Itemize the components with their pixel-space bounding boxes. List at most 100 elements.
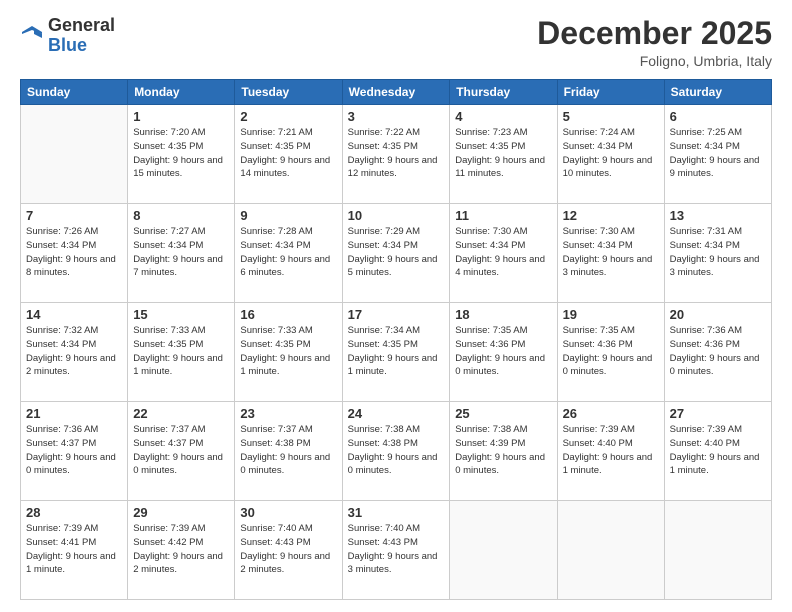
col-header-wednesday: Wednesday xyxy=(342,80,450,105)
day-number: 2 xyxy=(240,109,336,124)
day-number: 28 xyxy=(26,505,122,520)
calendar-cell: 28 Sunrise: 7:39 AMSunset: 4:41 PMDayligh… xyxy=(21,501,128,600)
day-number: 27 xyxy=(670,406,766,421)
calendar-cell: 24 Sunrise: 7:38 AMSunset: 4:38 PMDayligh… xyxy=(342,402,450,501)
calendar-cell: 5Sunrise: 7:24 AMSunset: 4:34 PMDaylight… xyxy=(557,105,664,204)
sun-info: Sunrise: 7:40 AMSunset: 4:43 PMDaylight:… xyxy=(348,522,445,577)
calendar-cell: 25 Sunrise: 7:38 AMSunset: 4:39 PMDayligh… xyxy=(450,402,557,501)
sun-info: Sunrise: 7:30 AMSunset: 4:34 PMDaylight:… xyxy=(563,225,659,280)
col-header-thursday: Thursday xyxy=(450,80,557,105)
calendar-cell: 27 Sunrise: 7:39 AMSunset: 4:40 PMDayligh… xyxy=(664,402,771,501)
calendar-cell: 17 Sunrise: 7:34 AMSunset: 4:35 PMDayligh… xyxy=(342,303,450,402)
calendar-cell: 4 Sunrise: 7:23 AMSunset: 4:35 PMDaylight… xyxy=(450,105,557,204)
sun-info: Sunrise: 7:36 AMSunset: 4:36 PMDaylight:… xyxy=(670,324,766,379)
calendar-cell xyxy=(21,105,128,204)
day-number: 6 xyxy=(670,109,766,124)
sun-info: Sunrise: 7:38 AMSunset: 4:39 PMDaylight:… xyxy=(455,423,551,478)
day-number: 26 xyxy=(563,406,659,421)
sun-info: Sunrise: 7:34 AMSunset: 4:35 PMDaylight:… xyxy=(348,324,445,379)
calendar-cell: 3 Sunrise: 7:22 AMSunset: 4:35 PMDaylight… xyxy=(342,105,450,204)
day-number: 3 xyxy=(348,109,445,124)
col-header-tuesday: Tuesday xyxy=(235,80,342,105)
day-number: 13 xyxy=(670,208,766,223)
sun-info: Sunrise: 7:33 AMSunset: 4:35 PMDaylight:… xyxy=(133,324,229,379)
day-number: 18 xyxy=(455,307,551,322)
day-number: 30 xyxy=(240,505,336,520)
day-number: 31 xyxy=(348,505,445,520)
day-number: 5 xyxy=(563,109,659,124)
calendar-cell: 13 Sunrise: 7:31 AMSunset: 4:34 PMDayligh… xyxy=(664,204,771,303)
sun-info: Sunrise: 7:20 AMSunset: 4:35 PMDaylight:… xyxy=(133,126,229,181)
logo-icon xyxy=(20,24,44,48)
sun-info: Sunrise: 7:37 AMSunset: 4:38 PMDaylight:… xyxy=(240,423,336,478)
sun-info: Sunrise: 7:35 AMSunset: 4:36 PMDaylight:… xyxy=(455,324,551,379)
day-number: 24 xyxy=(348,406,445,421)
logo-text: General Blue xyxy=(48,16,115,56)
sun-info: Sunrise: 7:39 AMSunset: 4:40 PMDaylight:… xyxy=(670,423,766,478)
calendar-cell: 29Sunrise: 7:39 AMSunset: 4:42 PMDayligh… xyxy=(128,501,235,600)
calendar-cell: 19 Sunrise: 7:35 AMSunset: 4:36 PMDayligh… xyxy=(557,303,664,402)
col-header-friday: Friday xyxy=(557,80,664,105)
calendar-cell: 23Sunrise: 7:37 AMSunset: 4:38 PMDayligh… xyxy=(235,402,342,501)
sun-info: Sunrise: 7:36 AMSunset: 4:37 PMDaylight:… xyxy=(26,423,122,478)
col-header-saturday: Saturday xyxy=(664,80,771,105)
calendar-cell: 22 Sunrise: 7:37 AMSunset: 4:37 PMDayligh… xyxy=(128,402,235,501)
day-number: 4 xyxy=(455,109,551,124)
day-number: 19 xyxy=(563,307,659,322)
logo: General Blue xyxy=(20,16,115,56)
header: General Blue December 2025 Foligno, Umbr… xyxy=(20,16,772,69)
calendar-cell: 30 Sunrise: 7:40 AMSunset: 4:43 PMDayligh… xyxy=(235,501,342,600)
sun-info: Sunrise: 7:40 AMSunset: 4:43 PMDaylight:… xyxy=(240,522,336,577)
logo-blue: Blue xyxy=(48,35,87,55)
sun-info: Sunrise: 7:23 AMSunset: 4:35 PMDaylight:… xyxy=(455,126,551,181)
day-number: 10 xyxy=(348,208,445,223)
calendar-body: 1 Sunrise: 7:20 AMSunset: 4:35 PMDaylight… xyxy=(21,105,772,600)
day-number: 12 xyxy=(563,208,659,223)
sun-info: Sunrise: 7:38 AMSunset: 4:38 PMDaylight:… xyxy=(348,423,445,478)
day-number: 17 xyxy=(348,307,445,322)
month-title: December 2025 xyxy=(537,16,772,51)
calendar-cell xyxy=(450,501,557,600)
day-number: 16 xyxy=(240,307,336,322)
week-row-1: 7Sunrise: 7:26 AMSunset: 4:34 PMDaylight… xyxy=(21,204,772,303)
calendar-cell: 31 Sunrise: 7:40 AMSunset: 4:43 PMDayligh… xyxy=(342,501,450,600)
sun-info: Sunrise: 7:35 AMSunset: 4:36 PMDaylight:… xyxy=(563,324,659,379)
sun-info: Sunrise: 7:31 AMSunset: 4:34 PMDaylight:… xyxy=(670,225,766,280)
sun-info: Sunrise: 7:37 AMSunset: 4:37 PMDaylight:… xyxy=(133,423,229,478)
day-number: 22 xyxy=(133,406,229,421)
sun-info: Sunrise: 7:30 AMSunset: 4:34 PMDaylight:… xyxy=(455,225,551,280)
day-number: 8 xyxy=(133,208,229,223)
calendar-cell: 7Sunrise: 7:26 AMSunset: 4:34 PMDaylight… xyxy=(21,204,128,303)
calendar-cell: 26Sunrise: 7:39 AMSunset: 4:40 PMDayligh… xyxy=(557,402,664,501)
day-number: 20 xyxy=(670,307,766,322)
week-row-0: 1 Sunrise: 7:20 AMSunset: 4:35 PMDaylight… xyxy=(21,105,772,204)
day-number: 15 xyxy=(133,307,229,322)
day-number: 1 xyxy=(133,109,229,124)
sun-info: Sunrise: 7:22 AMSunset: 4:35 PMDaylight:… xyxy=(348,126,445,181)
calendar-cell: 15 Sunrise: 7:33 AMSunset: 4:35 PMDayligh… xyxy=(128,303,235,402)
sun-info: Sunrise: 7:28 AMSunset: 4:34 PMDaylight:… xyxy=(240,225,336,280)
week-row-3: 21Sunrise: 7:36 AMSunset: 4:37 PMDayligh… xyxy=(21,402,772,501)
calendar-cell: 20 Sunrise: 7:36 AMSunset: 4:36 PMDayligh… xyxy=(664,303,771,402)
page: General Blue December 2025 Foligno, Umbr… xyxy=(0,0,792,612)
col-header-sunday: Sunday xyxy=(21,80,128,105)
calendar-cell: 10 Sunrise: 7:29 AMSunset: 4:34 PMDayligh… xyxy=(342,204,450,303)
week-row-4: 28 Sunrise: 7:39 AMSunset: 4:41 PMDayligh… xyxy=(21,501,772,600)
sun-info: Sunrise: 7:39 AMSunset: 4:41 PMDaylight:… xyxy=(26,522,122,577)
calendar-cell: 12 Sunrise: 7:30 AMSunset: 4:34 PMDayligh… xyxy=(557,204,664,303)
day-number: 7 xyxy=(26,208,122,223)
sun-info: Sunrise: 7:27 AMSunset: 4:34 PMDaylight:… xyxy=(133,225,229,280)
day-number: 9 xyxy=(240,208,336,223)
sun-info: Sunrise: 7:21 AMSunset: 4:35 PMDaylight:… xyxy=(240,126,336,181)
calendar-cell: 14Sunrise: 7:32 AMSunset: 4:34 PMDayligh… xyxy=(21,303,128,402)
calendar-header-row: SundayMondayTuesdayWednesdayThursdayFrid… xyxy=(21,80,772,105)
day-number: 14 xyxy=(26,307,122,322)
calendar-cell: 2 Sunrise: 7:21 AMSunset: 4:35 PMDaylight… xyxy=(235,105,342,204)
sun-info: Sunrise: 7:29 AMSunset: 4:34 PMDaylight:… xyxy=(348,225,445,280)
day-number: 25 xyxy=(455,406,551,421)
calendar-cell: 16Sunrise: 7:33 AMSunset: 4:35 PMDayligh… xyxy=(235,303,342,402)
day-number: 11 xyxy=(455,208,551,223)
sun-info: Sunrise: 7:25 AMSunset: 4:34 PMDaylight:… xyxy=(670,126,766,181)
calendar-cell: 6 Sunrise: 7:25 AMSunset: 4:34 PMDaylight… xyxy=(664,105,771,204)
location: Foligno, Umbria, Italy xyxy=(537,53,772,69)
